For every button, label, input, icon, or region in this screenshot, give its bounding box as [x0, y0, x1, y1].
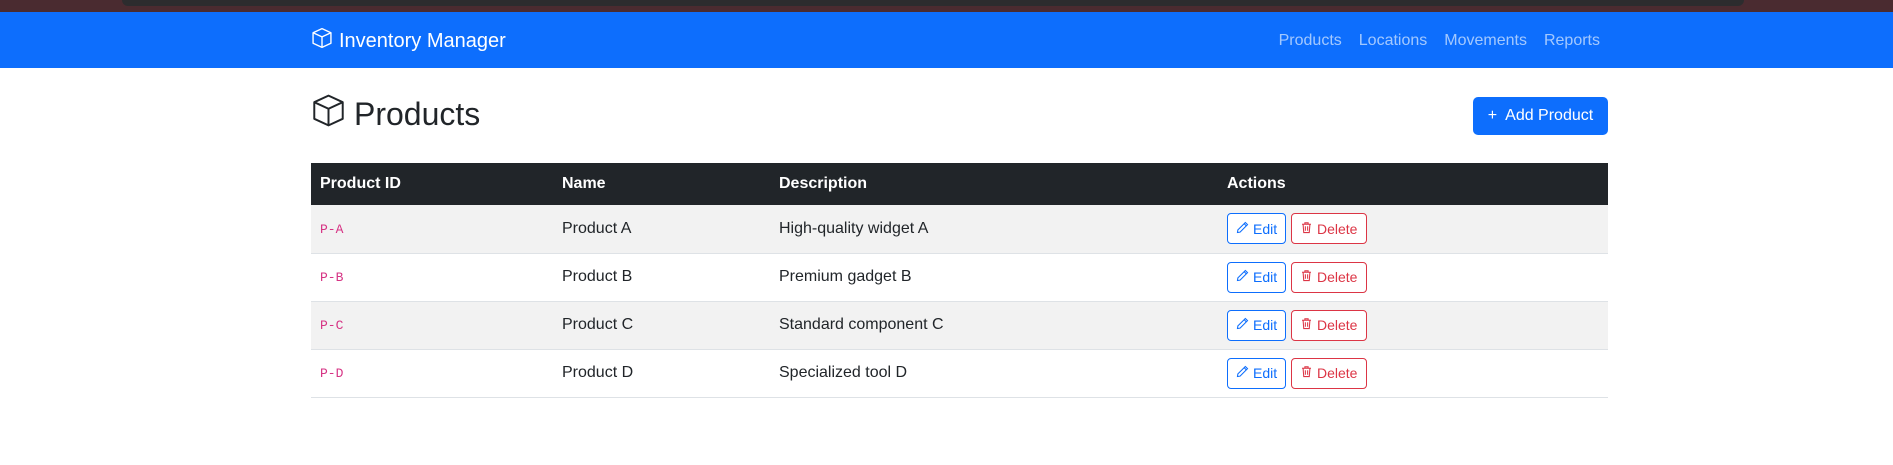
trash-icon	[1300, 317, 1313, 333]
pencil-icon	[1236, 221, 1249, 237]
browser-chrome-strip	[0, 0, 1893, 12]
column-header-name: Name	[553, 163, 770, 205]
nav-item-locations[interactable]: Locations	[1359, 31, 1428, 51]
delete-button[interactable]: Delete	[1291, 357, 1367, 389]
top-navbar: Inventory Manager Products Locations Mov…	[0, 12, 1893, 68]
edit-button[interactable]: Edit	[1227, 357, 1286, 389]
pencil-icon	[1236, 365, 1249, 381]
product-id: P-C	[320, 318, 344, 333]
page-title-label: Products	[354, 96, 481, 132]
product-name: Product C	[553, 301, 770, 350]
actions-cell: Edit Delete	[1218, 253, 1608, 302]
column-header-description: Description	[770, 163, 1218, 205]
brand-link[interactable]: Inventory Manager	[311, 27, 506, 55]
actions-cell: Edit Delete	[1218, 301, 1608, 350]
table-row: P-D Product D Specialized tool D Edit De…	[311, 349, 1608, 398]
plus-icon: +	[1487, 107, 1498, 124]
actions-cell: Edit Delete	[1218, 205, 1608, 254]
product-id-cell: P-A	[311, 205, 553, 254]
edit-label: Edit	[1253, 365, 1278, 381]
product-id: P-D	[320, 366, 344, 381]
product-id-cell: P-B	[311, 253, 553, 302]
product-description: High-quality widget A	[770, 205, 1218, 254]
column-header-product-id: Product ID	[311, 163, 553, 205]
product-description: Premium gadget B	[770, 253, 1218, 302]
actions-cell: Edit Delete	[1218, 349, 1608, 398]
edit-label: Edit	[1253, 220, 1278, 237]
nav-links: Products Locations Movements Reports	[1279, 31, 1600, 51]
delete-label: Delete	[1317, 365, 1358, 381]
product-name: Product D	[553, 349, 770, 398]
pencil-icon	[1236, 317, 1249, 333]
trash-icon	[1300, 365, 1313, 381]
edit-label: Edit	[1253, 317, 1278, 333]
add-product-label: Add Product	[1505, 107, 1594, 124]
edit-button[interactable]: Edit	[1227, 213, 1286, 245]
product-id-cell: P-D	[311, 349, 553, 398]
product-id: P-B	[320, 270, 344, 285]
box-icon	[311, 27, 333, 55]
add-product-button[interactable]: + Add Product	[1473, 97, 1608, 135]
nav-item-reports[interactable]: Reports	[1544, 31, 1600, 51]
product-description: Standard component C	[770, 301, 1218, 350]
column-header-actions: Actions	[1218, 163, 1608, 205]
delete-label: Delete	[1317, 269, 1358, 285]
nav-item-movements[interactable]: Movements	[1444, 31, 1527, 51]
edit-button[interactable]: Edit	[1227, 309, 1286, 341]
box-icon	[311, 93, 346, 136]
delete-button[interactable]: Delete	[1291, 309, 1367, 341]
delete-label: Delete	[1317, 220, 1358, 237]
trash-icon	[1300, 269, 1313, 285]
products-table: Product ID Name Description Actions P-A …	[311, 163, 1608, 398]
edit-label: Edit	[1253, 269, 1278, 285]
nav-item-products[interactable]: Products	[1279, 31, 1342, 51]
delete-label: Delete	[1317, 317, 1358, 333]
product-name: Product A	[553, 205, 770, 254]
delete-button[interactable]: Delete	[1291, 261, 1367, 293]
brand-label: Inventory Manager	[339, 29, 506, 52]
product-id: P-A	[320, 221, 344, 237]
table-row: P-A Product A High-quality widget A Edit…	[311, 205, 1608, 254]
browser-tab-bar	[122, 0, 1744, 6]
trash-icon	[1300, 221, 1313, 237]
table-header-row: Product ID Name Description Actions	[311, 163, 1608, 205]
product-id-cell: P-C	[311, 301, 553, 350]
edit-button[interactable]: Edit	[1227, 261, 1286, 293]
table-row: P-B Product B Premium gadget B Edit Dele…	[311, 253, 1608, 302]
delete-button[interactable]: Delete	[1291, 213, 1367, 245]
table-row: P-C Product C Standard component C Edit …	[311, 301, 1608, 350]
pencil-icon	[1236, 269, 1249, 285]
product-name: Product B	[553, 253, 770, 302]
page-title: Products	[311, 93, 480, 136]
product-description: Specialized tool D	[770, 349, 1218, 398]
